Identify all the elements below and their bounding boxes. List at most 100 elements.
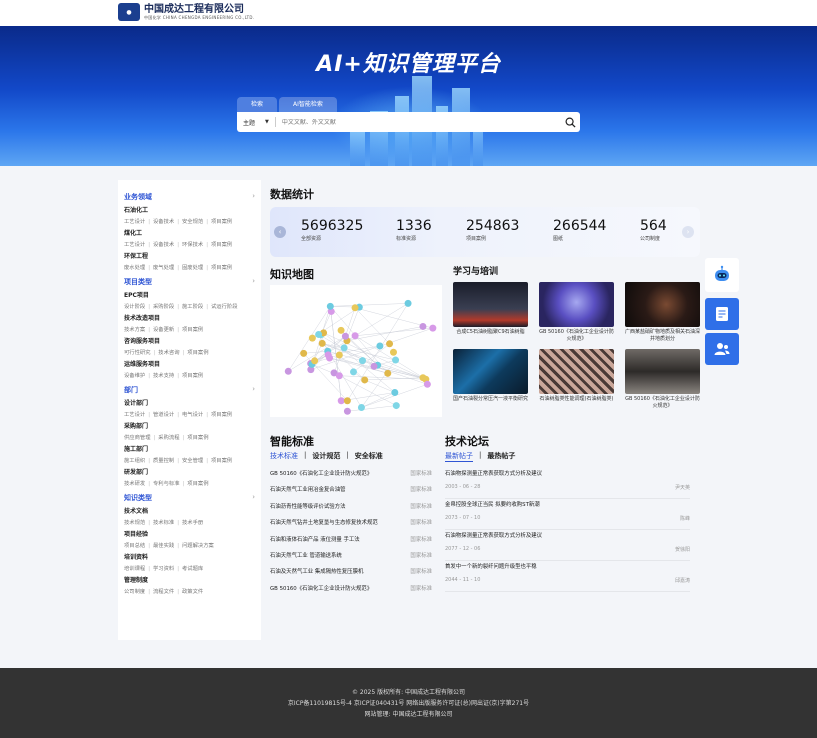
graph-node[interactable] xyxy=(384,369,392,377)
sidebar-link[interactable]: 技术咨询 xyxy=(158,350,179,356)
sidebar-link[interactable]: 设计阶段 xyxy=(124,304,145,310)
sidebar-link[interactable]: 采购阶段 xyxy=(153,304,174,310)
sidebar-link[interactable]: 电气设计 xyxy=(182,412,203,418)
knowledge-graph[interactable] xyxy=(270,285,442,417)
sidebar-link[interactable]: 技术手册 xyxy=(182,520,203,526)
graph-node[interactable] xyxy=(311,357,319,365)
sidebar-link[interactable]: 设备更新 xyxy=(153,327,174,333)
sidebar-link[interactable]: 公司制度 xyxy=(124,589,145,595)
sidebar-section-title[interactable]: 知识类型 › xyxy=(124,493,255,503)
sidebar-group-title[interactable]: 石油化工 xyxy=(124,205,255,214)
sidebar-group-title[interactable]: 研发部门 xyxy=(124,467,255,476)
sidebar-link[interactable]: 项目案例 xyxy=(211,412,232,418)
sidebar-group-title[interactable]: 煤化工 xyxy=(124,228,255,237)
forum-post[interactable]: 石油物探测量正常表获取方式分析及建议 2003 - 06 - 28 尹天英 xyxy=(445,468,690,499)
sidebar-group-title[interactable]: 技术文档 xyxy=(124,506,255,515)
graph-node[interactable] xyxy=(391,389,399,397)
course-card[interactable]: 合成C5石油树脂聚C9石油树脂 xyxy=(453,282,528,349)
sidebar-link[interactable]: 工艺设计 xyxy=(124,219,145,225)
standard-row[interactable]: GB 50160《石油化工企业设计防火规范》 国家标准 xyxy=(270,583,432,599)
sidebar-link[interactable]: 施工阶段 xyxy=(182,304,203,310)
forum-post[interactable]: 石油物探测量正常表获取方式分析及建议 2077 - 12 - 06 贺徐阳 xyxy=(445,530,690,561)
sidebar-link[interactable]: 技术研发 xyxy=(124,481,145,487)
tab-search[interactable]: 检索 xyxy=(237,97,278,112)
tab-technical-standards[interactable]: 技术标准 xyxy=(270,451,298,461)
sidebar-link[interactable]: 设备维护 xyxy=(124,373,145,379)
graph-node[interactable] xyxy=(351,304,359,312)
sidebar-group-title[interactable]: EPC项目 xyxy=(124,290,255,299)
sidebar-link[interactable]: 项目案例 xyxy=(211,242,232,248)
user-group-button[interactable] xyxy=(705,333,739,365)
sidebar-link[interactable]: 项目案例 xyxy=(187,481,208,487)
sidebar-section-title[interactable]: 部门 › xyxy=(124,385,255,395)
graph-node[interactable] xyxy=(340,344,348,352)
graph-node[interactable] xyxy=(343,407,351,415)
graph-node[interactable] xyxy=(370,362,378,370)
sidebar-link[interactable]: 设备技术 xyxy=(153,242,174,248)
graph-node[interactable] xyxy=(351,332,359,340)
course-card[interactable]: GB 50160《石油化工企业设计防火规范》 xyxy=(625,349,700,416)
graph-node[interactable] xyxy=(326,302,334,310)
search-input[interactable] xyxy=(275,118,560,126)
graph-node[interactable] xyxy=(423,380,431,388)
sidebar-group-title[interactable]: 技术改造项目 xyxy=(124,313,255,322)
sidebar-link[interactable]: 技术方案 xyxy=(124,327,145,333)
sidebar-link[interactable]: 项目案例 xyxy=(211,219,232,225)
standard-row[interactable]: 石油天然气钻井土地复垦与生态修复技术规范 国家标准 xyxy=(270,517,432,533)
sidebar-link[interactable]: 项目案例 xyxy=(187,435,208,441)
sidebar-link[interactable]: 技术标准 xyxy=(153,520,174,526)
graph-node[interactable] xyxy=(300,349,308,357)
sidebar-section-title[interactable]: 项目类型 › xyxy=(124,277,255,287)
sidebar-link[interactable]: 项目案例 xyxy=(211,265,232,271)
graph-node[interactable] xyxy=(429,324,437,332)
stat-item[interactable]: 564 公司制度 xyxy=(640,218,667,242)
graph-node[interactable] xyxy=(284,367,292,375)
graph-node[interactable] xyxy=(389,348,397,356)
stat-item[interactable]: 1336 标准资源 xyxy=(396,218,432,242)
sidebar-link[interactable]: 工艺设计 xyxy=(124,412,145,418)
sidebar-link[interactable]: 废气处理 xyxy=(153,265,174,271)
sidebar-link[interactable]: 施工组织 xyxy=(124,458,145,464)
stats-prev-button[interactable]: ‹ xyxy=(274,226,286,238)
graph-node[interactable] xyxy=(335,372,343,380)
company-logo[interactable]: ● 中国成达工程有限公司 中国化学 CHINA CHENGDA ENGINEER… xyxy=(118,3,254,21)
tab-hot-posts[interactable]: 最热帖子 xyxy=(487,451,515,462)
stat-item[interactable]: 254863 项目案例 xyxy=(466,218,519,242)
graph-node[interactable] xyxy=(361,376,369,384)
search-field-select[interactable]: 主题 ▼ xyxy=(237,118,275,127)
sidebar-group-title[interactable]: 运维服务项目 xyxy=(124,359,255,368)
sidebar-link[interactable]: 技术支持 xyxy=(153,373,174,379)
tab-design-specs[interactable]: 设计规范 xyxy=(312,451,340,461)
graph-node[interactable] xyxy=(419,322,427,330)
sidebar-link[interactable]: 流程文件 xyxy=(153,589,174,595)
standard-row[interactable]: 石油沥青性能等级评价试验方法 国家标准 xyxy=(270,501,432,517)
tab-safety-standards[interactable]: 安全标准 xyxy=(355,451,383,461)
graph-node[interactable] xyxy=(337,326,345,334)
course-card[interactable]: GB 50160《石油化工企业设计防火规范》 xyxy=(539,282,614,349)
graph-node[interactable] xyxy=(386,340,394,348)
stats-next-button[interactable]: › xyxy=(682,226,694,238)
tab-latest-posts[interactable]: 最新帖子 xyxy=(445,451,473,462)
sidebar-link[interactable]: 政策文件 xyxy=(182,589,203,595)
graph-node[interactable] xyxy=(392,402,400,410)
standard-row[interactable]: 石油和液体石油产品 液位测量 手工法 国家标准 xyxy=(270,534,432,550)
sidebar-link[interactable]: 设备技术 xyxy=(153,219,174,225)
sidebar-link[interactable]: 项目案例 xyxy=(211,458,232,464)
sidebar-link[interactable]: 问题解决方案 xyxy=(182,543,214,549)
sidebar-link[interactable]: 项目案例 xyxy=(182,327,203,333)
graph-node[interactable] xyxy=(315,330,323,338)
graph-node[interactable] xyxy=(324,351,332,359)
graph-node[interactable] xyxy=(404,299,412,307)
graph-node[interactable] xyxy=(308,334,316,342)
course-card[interactable]: 国产石油裂分常压汽一液平衡研究 xyxy=(453,349,528,416)
sidebar-link[interactable]: 安全管理 xyxy=(182,458,203,464)
sidebar-group-title[interactable]: 设计部门 xyxy=(124,398,255,407)
graph-node[interactable] xyxy=(337,397,345,405)
sidebar-link[interactable]: 固废处理 xyxy=(182,265,203,271)
sidebar-group-title[interactable]: 咨询服务项目 xyxy=(124,336,255,345)
sidebar-link[interactable]: 可行性研究 xyxy=(124,350,151,356)
graph-node[interactable] xyxy=(341,332,349,340)
knowledge-map[interactable] xyxy=(270,285,442,417)
sidebar-link[interactable]: 环保技术 xyxy=(182,242,203,248)
sidebar-link[interactable]: 管道设计 xyxy=(153,412,174,418)
